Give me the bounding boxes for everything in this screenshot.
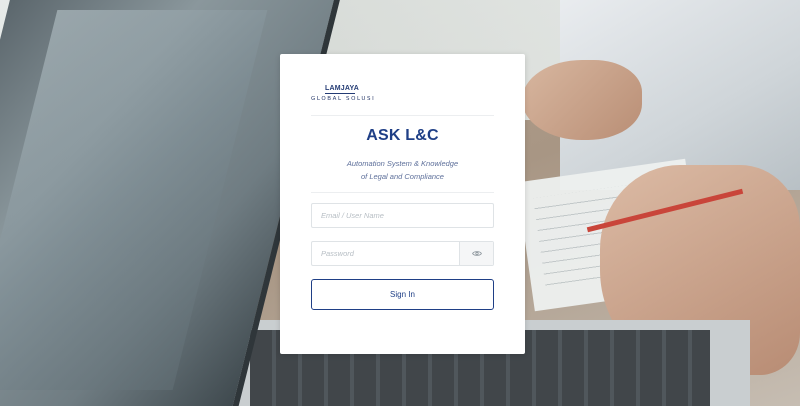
app-subtitle: Automation System & Knowledge of Legal a…	[311, 157, 494, 183]
app-title: ASK L&C	[366, 127, 439, 144]
password-visibility-toggle[interactable]	[459, 242, 493, 265]
logo-text-bottom: GLOBAL SOLUSI	[311, 96, 376, 102]
login-card: LAMJAYA GLOBAL SOLUSI ASK L&C Automation…	[280, 54, 525, 354]
logo-text-top: LAMJAYA	[311, 84, 494, 94]
sign-in-button[interactable]: Sign In	[311, 279, 494, 310]
subtitle-line-2: of Legal and Compliance	[361, 172, 444, 181]
email-input[interactable]	[312, 204, 493, 227]
email-field-wrapper	[311, 203, 494, 228]
password-field-wrapper	[311, 241, 494, 266]
divider	[311, 192, 494, 193]
company-logo: LAMJAYA GLOBAL SOLUSI	[311, 84, 494, 104]
eye-icon	[471, 251, 482, 256]
password-input[interactable]	[312, 242, 459, 265]
divider	[311, 115, 494, 116]
subtitle-line-1: Automation System & Knowledge	[346, 159, 459, 168]
